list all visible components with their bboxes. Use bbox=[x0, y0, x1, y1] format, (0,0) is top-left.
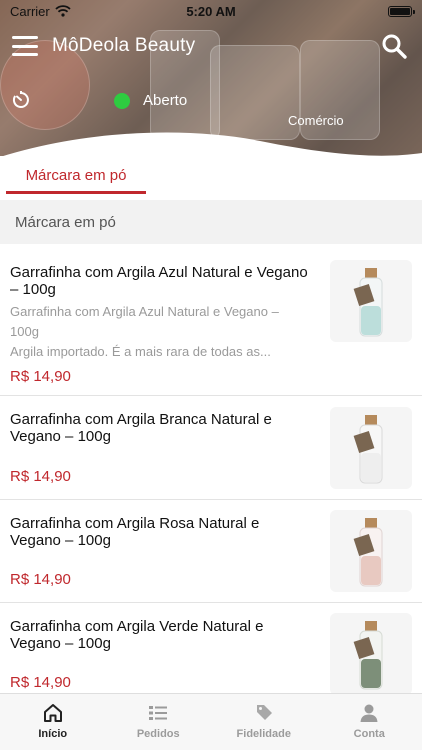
store-header-banner: MôDeola Beauty Aberto Comércio bbox=[0, 0, 422, 165]
product-price: R$ 14,90 bbox=[10, 674, 71, 691]
product-description: Garrafinha com Argila Azul Natural e Veg… bbox=[10, 302, 330, 362]
product-thumbnail bbox=[330, 260, 412, 342]
bottle-image bbox=[353, 518, 383, 587]
product-description-line: Argila importado. É a mais rara de todas… bbox=[10, 344, 271, 359]
product-item[interactable]: Garrafinha com Argila Azul Natural e Veg… bbox=[0, 244, 422, 396]
search-icon[interactable] bbox=[380, 32, 408, 60]
product-item[interactable]: Garrafinha com Argila Rosa Natural e Veg… bbox=[0, 500, 422, 603]
nav-pedidos[interactable]: Pedidos bbox=[106, 694, 212, 750]
category-tab-bar: Márcara em pó bbox=[0, 156, 422, 196]
bottle-image bbox=[353, 415, 383, 484]
open-status-indicator bbox=[114, 93, 130, 109]
battery-icon bbox=[388, 5, 415, 17]
section-title: Márcara em pó bbox=[0, 200, 422, 244]
active-tab-indicator bbox=[6, 191, 146, 194]
product-price: R$ 14,90 bbox=[10, 571, 71, 588]
open-status-text: Aberto bbox=[143, 92, 188, 109]
product-name: Garrafinha com Argila Azul Natural e Veg… bbox=[10, 264, 308, 298]
wifi-icon bbox=[55, 5, 71, 17]
nav-fidelidade[interactable]: Fidelidade bbox=[211, 694, 317, 750]
product-thumbnail bbox=[330, 613, 412, 695]
product-item[interactable]: Garrafinha com Argila Branca Natural e V… bbox=[0, 396, 422, 500]
carrier-label: Carrier bbox=[10, 3, 50, 19]
tab-mascara-em-po[interactable]: Márcara em pó bbox=[6, 156, 146, 194]
nav-label: Conta bbox=[353, 728, 385, 740]
account-icon bbox=[360, 704, 378, 722]
bottle-image bbox=[353, 268, 383, 337]
product-description-line: 100g bbox=[10, 324, 39, 339]
product-name: Garrafinha com Argila Verde Natural e Ve… bbox=[10, 618, 264, 652]
product-price: R$ 14,90 bbox=[10, 368, 71, 385]
product-thumbnail bbox=[330, 407, 412, 489]
system-status-bar: Carrier 5:20 AM bbox=[0, 0, 422, 22]
product-name: Garrafinha com Argila Rosa Natural e Veg… bbox=[10, 515, 260, 549]
product-list: Garrafinha com Argila Azul Natural e Veg… bbox=[0, 244, 422, 703]
product-thumbnail bbox=[330, 510, 412, 592]
orders-icon bbox=[149, 706, 168, 720]
store-title: MôDeola Beauty bbox=[52, 35, 196, 56]
product-name: Garrafinha com Argila Branca Natural e V… bbox=[10, 411, 272, 445]
nav-conta[interactable]: Conta bbox=[317, 694, 422, 750]
product-price: R$ 14,90 bbox=[10, 468, 71, 485]
home-icon bbox=[43, 704, 62, 722]
product-description-line: Garrafinha com Argila Azul Natural e Veg… bbox=[10, 304, 279, 319]
timer-icon bbox=[12, 91, 29, 108]
nav-label: Início bbox=[38, 728, 68, 740]
nav-label: Fidelidade bbox=[236, 728, 291, 740]
nav-inicio[interactable]: Início bbox=[0, 694, 106, 750]
bottom-navigation: Início Pedidos Fidelidade Conta bbox=[0, 693, 422, 750]
menu-icon[interactable] bbox=[12, 36, 38, 56]
nav-label: Pedidos bbox=[136, 728, 180, 740]
loyalty-tag-icon bbox=[256, 705, 272, 720]
product-item[interactable]: Garrafinha com Argila Verde Natural e Ve… bbox=[0, 603, 422, 703]
store-category: Comércio bbox=[288, 113, 344, 128]
bottle-image bbox=[353, 621, 383, 690]
